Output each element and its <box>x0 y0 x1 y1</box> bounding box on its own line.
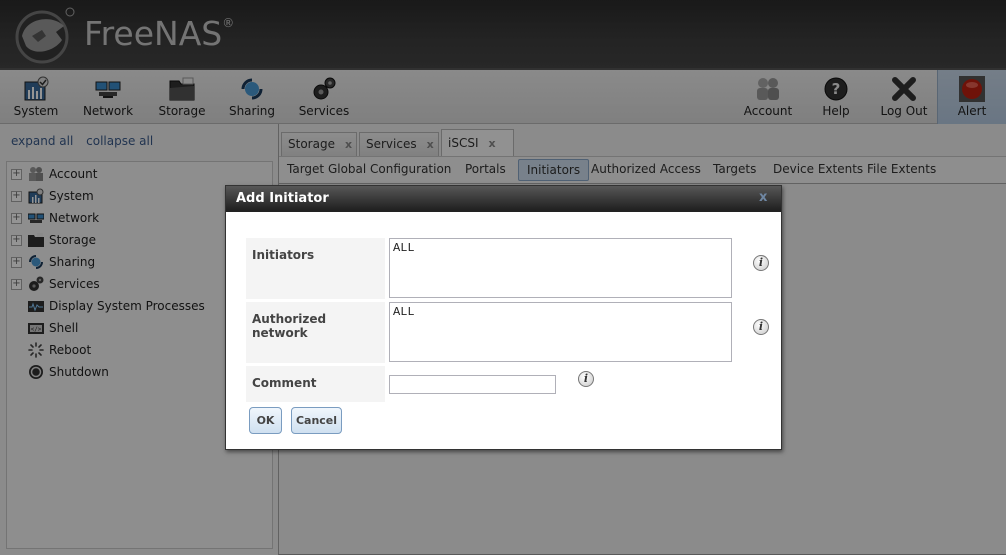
ok-button[interactable]: OK <box>249 407 282 434</box>
dialog-close-icon[interactable]: x <box>759 191 771 204</box>
authorized-network-textarea[interactable]: ALL <box>389 302 732 362</box>
authorized-network-info-icon[interactable]: i <box>753 319 769 335</box>
authorized-network-label: Authorized network <box>246 302 385 363</box>
initiators-textarea[interactable]: ALL <box>389 238 732 298</box>
initiators-label: Initiators <box>246 238 385 299</box>
initiators-info-icon[interactable]: i <box>753 255 769 271</box>
add-initiator-dialog: Add Initiator x Initiators ALL i Authori… <box>225 185 782 450</box>
comment-info-icon[interactable]: i <box>578 371 594 387</box>
comment-input[interactable] <box>389 375 556 394</box>
cancel-button[interactable]: Cancel <box>291 407 342 434</box>
dialog-title: Add Initiator <box>226 186 781 212</box>
comment-label: Comment <box>246 366 385 402</box>
